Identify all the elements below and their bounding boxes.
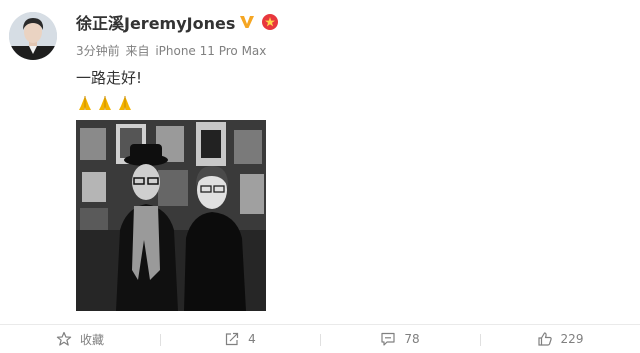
author-avatar[interactable] bbox=[9, 12, 57, 60]
post-time[interactable]: 3分钟前 bbox=[76, 44, 120, 58]
share-count: 4 bbox=[248, 332, 256, 346]
post-source-prefix: 来自 bbox=[125, 44, 150, 58]
post-text: 一路走好! bbox=[76, 69, 143, 87]
pray-emoji-icon bbox=[119, 96, 131, 110]
post-photo[interactable] bbox=[76, 120, 266, 311]
emoji-row bbox=[76, 94, 134, 112]
avatar-image bbox=[9, 12, 57, 60]
favorite-label: 收藏 bbox=[79, 332, 104, 347]
thumbs-up-icon bbox=[537, 332, 552, 346]
pray-emoji-icon bbox=[99, 96, 111, 110]
comment-count: 78 bbox=[404, 332, 420, 346]
comment-button[interactable]: 78 bbox=[320, 325, 480, 353]
comment-icon bbox=[381, 332, 395, 346]
star-icon bbox=[56, 331, 72, 346]
share-button[interactable]: 4 bbox=[160, 325, 320, 353]
post-source-device[interactable]: iPhone 11 Pro Max bbox=[155, 44, 266, 58]
share-icon bbox=[226, 332, 239, 346]
like-button[interactable]: 229 bbox=[480, 325, 640, 353]
favorite-button[interactable]: 收藏 bbox=[0, 325, 160, 353]
like-count: 229 bbox=[560, 332, 584, 346]
photo-image bbox=[76, 120, 266, 311]
pray-emoji-icon bbox=[79, 96, 91, 110]
verified-v-icon[interactable] bbox=[238, 13, 256, 31]
author-name-row: 徐正溪JeremyJones bbox=[76, 10, 281, 34]
china-flag-badge-icon[interactable] bbox=[259, 13, 281, 31]
post-meta: 3分钟前 来自 iPhone 11 Pro Max bbox=[76, 42, 268, 59]
author-name[interactable]: 徐正溪JeremyJones bbox=[76, 10, 235, 34]
action-bar: 收藏 4 78 229 bbox=[0, 324, 640, 353]
